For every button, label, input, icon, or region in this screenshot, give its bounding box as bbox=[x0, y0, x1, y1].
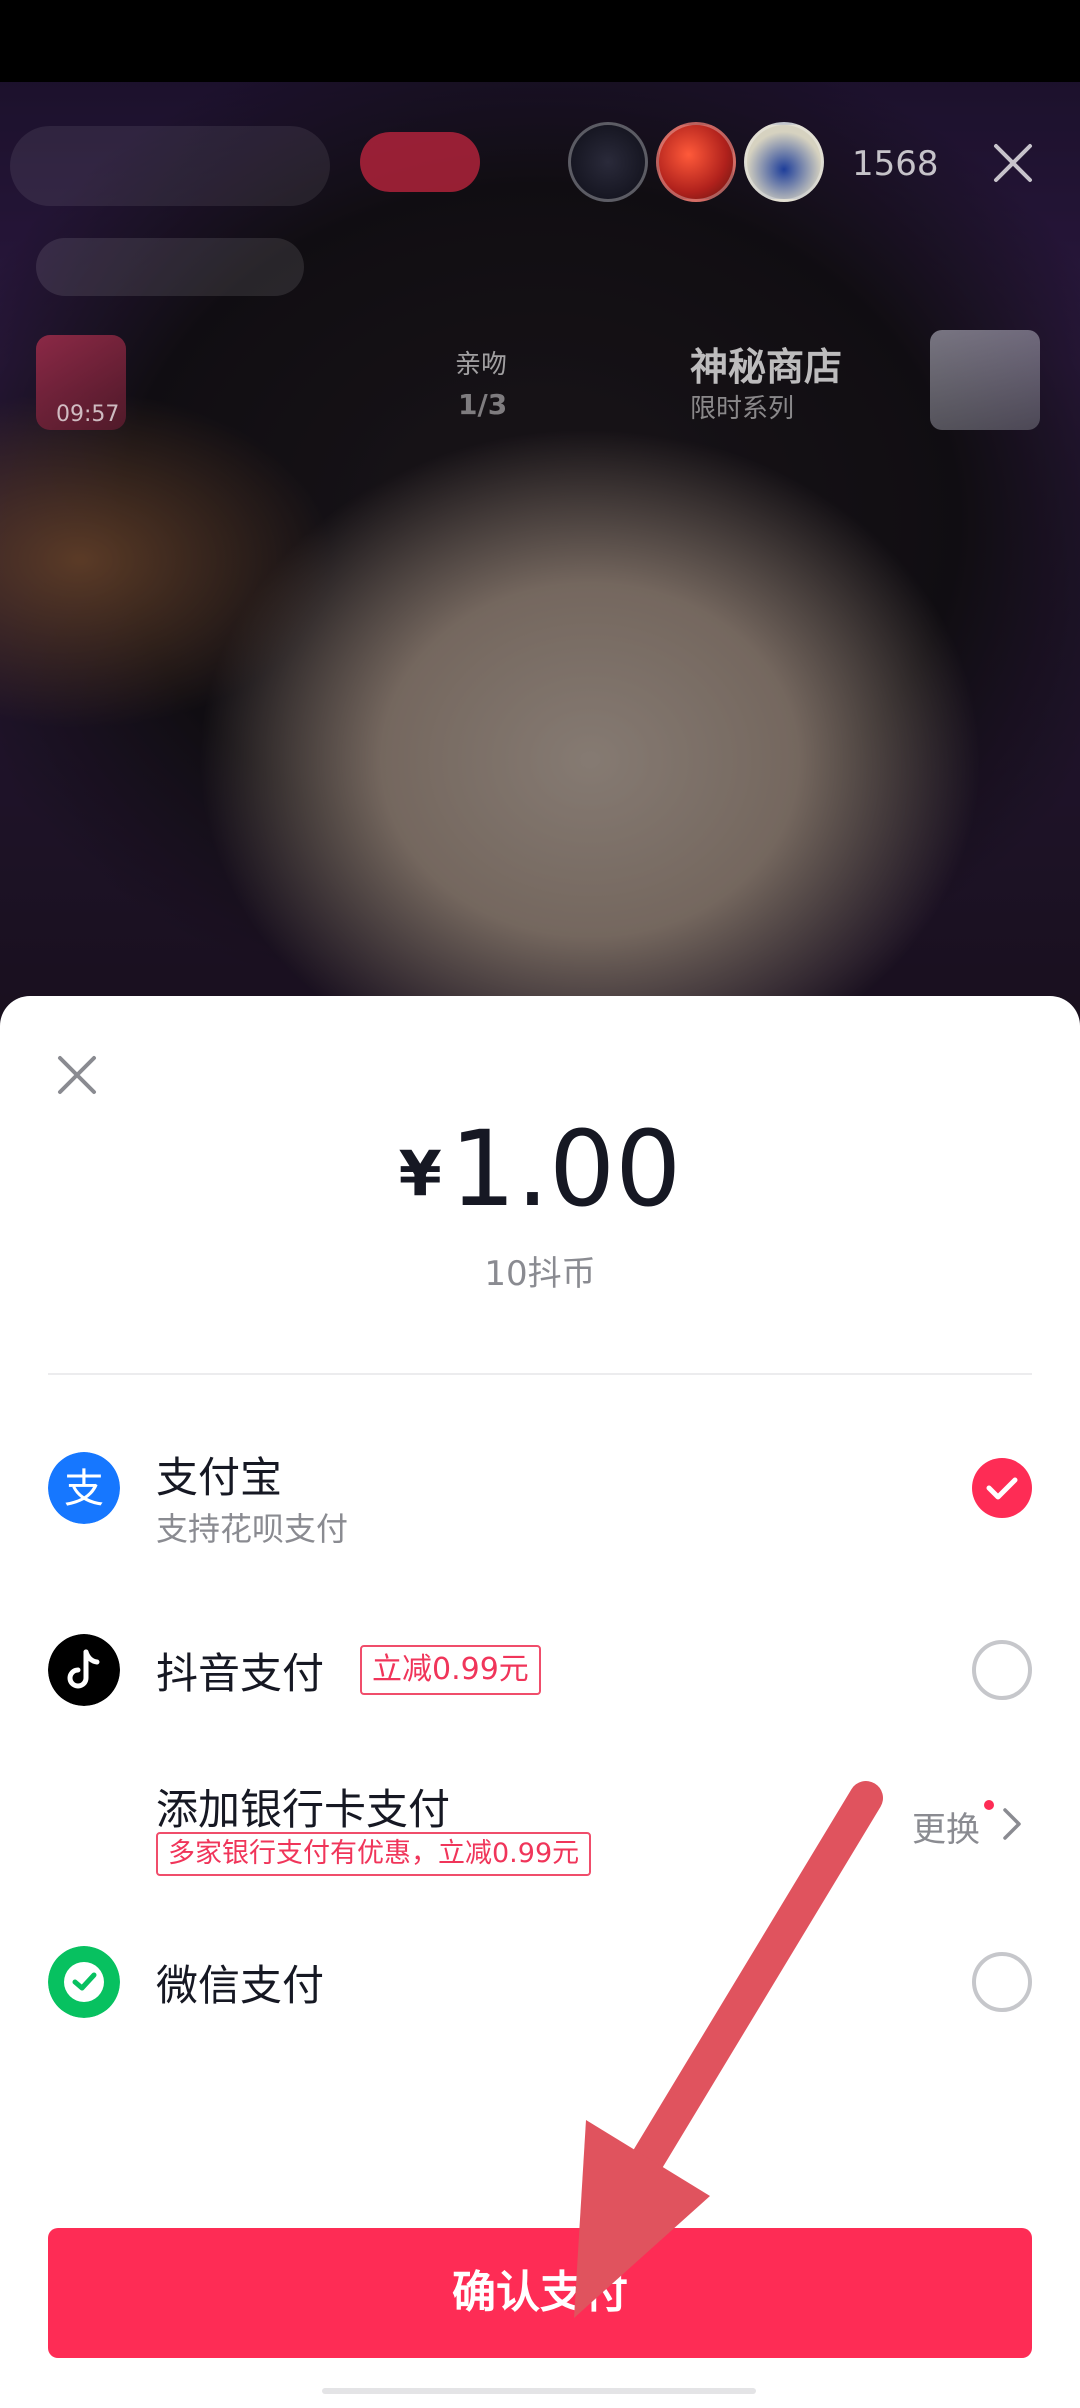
discount-badge: 立减0.99元 bbox=[360, 1645, 541, 1695]
kiss-count: 1/3 bbox=[458, 388, 508, 421]
payment-amount: ¥1.00 bbox=[0, 1108, 1080, 1230]
payment-option-bank-card[interactable]: 添加银行卡支付 多家银行支付有优惠，立减0.99元 更换 bbox=[0, 1756, 1080, 1896]
payment-option-subtitle: 支持花呗支付 bbox=[156, 1510, 349, 1548]
wechat-icon bbox=[48, 1946, 120, 2018]
payment-option-douyin-pay[interactable]: 抖音支付 立减0.99元 bbox=[0, 1614, 1080, 1724]
discount-badge: 多家银行支付有优惠，立减0.99元 bbox=[156, 1832, 592, 1876]
coin-amount: 10抖币 bbox=[484, 1254, 596, 1294]
status-bar bbox=[0, 0, 1080, 82]
kiss-label: 亲吻 bbox=[455, 350, 508, 380]
confirm-payment-button[interactable]: 确认支付 bbox=[48, 2228, 1032, 2358]
unselected-radio[interactable] bbox=[972, 1640, 1032, 1700]
change-link[interactable]: 更换 bbox=[912, 1802, 980, 1851]
payment-option-title: 微信支付 bbox=[156, 1961, 325, 2010]
live-header: 1568 bbox=[0, 118, 1080, 208]
payment-option-title: 添加银行卡支付 bbox=[156, 1785, 451, 1834]
unselected-radio[interactable] bbox=[972, 1952, 1032, 2012]
alipay-icon: 支 bbox=[48, 1452, 120, 1524]
payment-sheet: ¥1.00 10抖币 支 支付宝 支持花呗支付 抖音支付 立减0.99元 添加银… bbox=[0, 996, 1080, 2408]
viewer-avatar[interactable] bbox=[744, 122, 824, 202]
gift-timer: 09:57 bbox=[56, 402, 120, 427]
payment-option-wechat-pay[interactable]: 微信支付 bbox=[0, 1926, 1080, 2036]
divider bbox=[48, 1373, 1032, 1375]
amount-value: 1.00 bbox=[449, 1108, 682, 1230]
viewer-avatar[interactable] bbox=[656, 122, 736, 202]
notification-dot bbox=[984, 1800, 994, 1810]
viewer-count[interactable]: 1568 bbox=[852, 144, 939, 184]
chevron-right-icon[interactable] bbox=[1000, 1804, 1024, 1844]
close-icon[interactable] bbox=[988, 138, 1038, 188]
checkmark-icon bbox=[986, 1477, 1018, 1500]
host-info-pill[interactable] bbox=[10, 126, 330, 206]
douyin-icon bbox=[48, 1634, 120, 1706]
shop-thumbnail[interactable] bbox=[930, 330, 1040, 430]
follow-button[interactable] bbox=[360, 132, 480, 192]
payment-option-title: 支付宝 bbox=[156, 1453, 283, 1502]
svg-text:支: 支 bbox=[64, 1466, 104, 1512]
shop-subtitle: 限时系列 bbox=[690, 394, 795, 424]
currency-symbol: ¥ bbox=[398, 1137, 442, 1210]
payment-option-title: 抖音支付 bbox=[156, 1649, 325, 1698]
ranking-pill[interactable] bbox=[36, 238, 304, 296]
home-indicator bbox=[322, 2388, 756, 2394]
viewer-avatar[interactable] bbox=[568, 122, 648, 202]
selected-radio[interactable] bbox=[972, 1458, 1032, 1518]
payment-option-alipay[interactable]: 支 支付宝 支持花呗支付 bbox=[0, 1416, 1080, 1556]
close-icon[interactable] bbox=[54, 1052, 100, 1098]
shop-title[interactable]: 神秘商店 bbox=[690, 336, 842, 391]
